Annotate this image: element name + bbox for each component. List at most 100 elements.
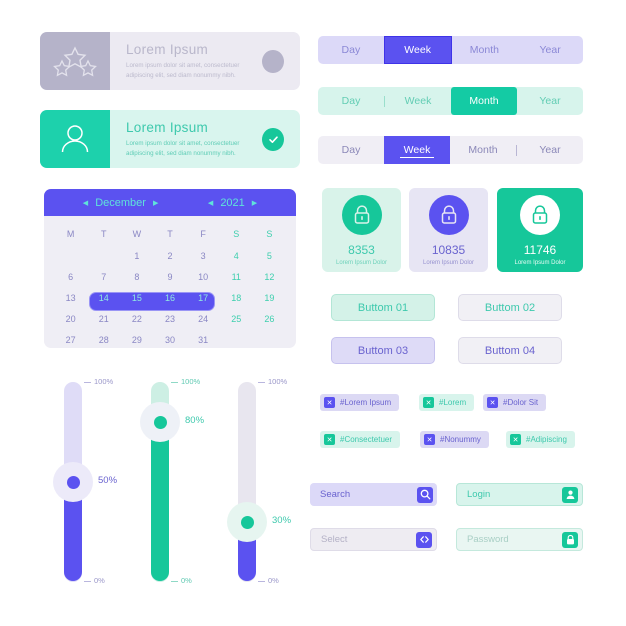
segment-light[interactable]: Day Week Month Year <box>318 136 583 164</box>
calendar[interactable]: ◀ December ▶ ◀ 2021 ▶ M T W T F S S 1 2 3 4 5 6 7 8 9 10… <box>44 189 296 348</box>
slider-thumb[interactable] <box>140 402 180 442</box>
password-input[interactable]: Password <box>456 528 583 551</box>
segment-item-month[interactable]: Month <box>450 136 516 164</box>
year-nav[interactable]: ◀ 2021 ▶ <box>208 197 257 209</box>
tag-consectetuer[interactable]: ✕ #Consectetuer <box>320 431 401 448</box>
calendar-day[interactable]: 2 <box>153 247 186 264</box>
calendar-day[interactable]: 19 <box>253 289 286 306</box>
segment-item-day[interactable]: Day <box>318 36 384 64</box>
calendar-day[interactable]: 26 <box>253 310 286 327</box>
segment-teal[interactable]: Day Week Month Year <box>318 87 583 115</box>
tag-label: #Consectetuer <box>340 435 393 444</box>
button-03[interactable]: Buttom 03 <box>331 337 435 364</box>
calendar-day[interactable]: 16 <box>153 289 186 306</box>
search-icon[interactable] <box>417 486 433 503</box>
segment-item-year[interactable]: Year <box>517 136 583 164</box>
check-badge[interactable] <box>262 127 284 151</box>
slider-min-label: 0% <box>94 576 105 585</box>
button-04[interactable]: Buttom 04 <box>458 337 562 364</box>
star-card[interactable]: Lorem Ipsum Lorem ipsum dolor sit amet, … <box>40 32 300 90</box>
tag-lorem[interactable]: ✕ #Lorem <box>419 394 475 411</box>
code-icon[interactable] <box>416 531 432 548</box>
calendar-day[interactable]: 28 <box>87 331 120 348</box>
calendar-day[interactable]: 14 <box>87 289 120 306</box>
tag-dolor-sit[interactable]: ✕ #Dolor Sit <box>483 394 547 411</box>
stat-card-3[interactable]: 11746 Lorem Ipsum Dolor <box>497 188 583 272</box>
tag-lorem-ipsum[interactable]: ✕ #Lorem Ipsum <box>320 394 400 411</box>
calendar-day[interactable]: 9 <box>153 268 186 285</box>
month-nav[interactable]: ◀ December ▶ <box>83 197 159 209</box>
search-input[interactable]: Search <box>310 483 437 506</box>
segment-item-month[interactable]: Month <box>451 87 517 115</box>
calendar-day-empty <box>220 331 253 348</box>
calendar-day[interactable]: 6 <box>54 268 87 285</box>
close-icon[interactable]: ✕ <box>423 397 434 408</box>
slider-min-label: 0% <box>268 576 279 585</box>
slider-min-tick <box>84 581 91 583</box>
lock-icon[interactable] <box>562 531 578 548</box>
close-icon[interactable]: ✕ <box>510 434 521 445</box>
calendar-day[interactable]: 29 <box>120 331 153 348</box>
calendar-day[interactable]: 20 <box>54 310 87 327</box>
segment-item-week[interactable]: Week <box>383 36 452 64</box>
calendar-day[interactable]: 23 <box>153 310 186 327</box>
circle-badge[interactable] <box>262 49 284 73</box>
calendar-day[interactable]: 25 <box>220 310 253 327</box>
segment-item-year[interactable]: Year <box>517 36 583 64</box>
calendar-day[interactable]: 30 <box>153 331 186 348</box>
calendar-day[interactable]: 5 <box>253 247 286 264</box>
stat-card-2[interactable]: 10835 Lorem Ipsum Dolor <box>409 188 488 272</box>
calendar-day[interactable]: 13 <box>54 289 87 306</box>
tag-adipiscing[interactable]: ✕ #Adipiscing <box>506 431 575 448</box>
prev-month-icon[interactable]: ◀ <box>83 199 88 207</box>
stat-value: 10835 <box>431 242 466 257</box>
slider-30[interactable]: 100% 0% 30% <box>227 374 304 589</box>
tag-nonummy[interactable]: ✕ #Nonummy <box>420 431 489 448</box>
segment-item-day[interactable]: Day <box>318 136 384 164</box>
calendar-day[interactable]: 24 <box>187 310 220 327</box>
calendar-day[interactable]: 11 <box>220 268 253 285</box>
segment-item-week[interactable]: Week <box>384 136 450 164</box>
calendar-day[interactable]: 22 <box>120 310 153 327</box>
calendar-day[interactable]: 18 <box>220 289 253 306</box>
close-icon[interactable]: ✕ <box>487 397 498 408</box>
slider-80[interactable]: 100% 0% 80% <box>140 374 217 589</box>
slider-thumb[interactable] <box>227 502 267 542</box>
user-card[interactable]: Lorem Ipsum Lorem ipsum dolor sit amet, … <box>40 110 300 168</box>
user-icon[interactable] <box>562 486 578 503</box>
segment-item-month[interactable]: Month <box>452 36 518 64</box>
stat-card-1[interactable]: 8353 Lorem Ipsum Dolor <box>322 188 401 272</box>
login-input[interactable]: Login <box>456 483 583 506</box>
calendar-day[interactable]: 31 <box>187 331 220 348</box>
calendar-day[interactable]: 10 <box>187 268 220 285</box>
calendar-day[interactable]: 12 <box>253 268 286 285</box>
calendar-day[interactable]: 3 <box>187 247 220 264</box>
button-01[interactable]: Buttom 01 <box>331 294 435 321</box>
segment-item-week[interactable]: Week <box>385 87 451 115</box>
calendar-grid[interactable]: M T W T F S S 1 2 3 4 5 6 7 8 9 10 11 12 13 14 15 16 17 18 19 20 21… <box>44 216 296 348</box>
slider-max-label: 100% <box>181 377 201 386</box>
segment-item-day[interactable]: Day <box>318 87 384 115</box>
close-icon[interactable]: ✕ <box>324 434 335 445</box>
tag-label: #Dolor Sit <box>503 398 539 407</box>
select-input[interactable]: Select <box>310 528 437 551</box>
calendar-day[interactable]: 8 <box>120 268 153 285</box>
close-icon[interactable]: ✕ <box>324 397 335 408</box>
segment-purple[interactable]: Day Week Month Year <box>318 36 583 64</box>
next-year-icon[interactable]: ▶ <box>252 199 257 207</box>
calendar-day[interactable]: 21 <box>87 310 120 327</box>
next-month-icon[interactable]: ▶ <box>153 199 158 207</box>
calendar-day[interactable]: 7 <box>87 268 120 285</box>
slider-thumb[interactable] <box>53 462 93 502</box>
segment-item-year[interactable]: Year <box>517 87 583 115</box>
slider-value-label: 30% <box>272 515 292 526</box>
calendar-day[interactable]: 15 <box>120 289 153 306</box>
calendar-day[interactable]: 17 <box>187 289 220 306</box>
calendar-day[interactable]: 27 <box>54 331 87 348</box>
slider-50[interactable]: 100% 0% 50% <box>53 374 130 589</box>
prev-year-icon[interactable]: ◀ <box>208 199 213 207</box>
calendar-day[interactable]: 4 <box>220 247 253 264</box>
button-02[interactable]: Buttom 02 <box>458 294 562 321</box>
close-icon[interactable]: ✕ <box>424 434 435 445</box>
calendar-day[interactable]: 1 <box>120 247 153 264</box>
